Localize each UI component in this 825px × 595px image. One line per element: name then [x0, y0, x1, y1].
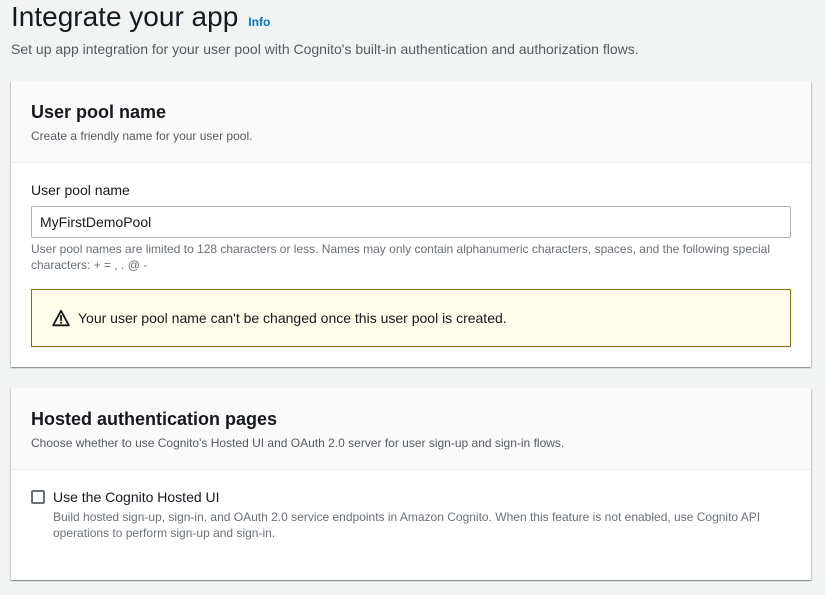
- warning-alert: Your user pool name can't be changed onc…: [31, 289, 791, 347]
- title-row: Integrate your app Info: [11, 0, 639, 34]
- user-pool-name-input[interactable]: [31, 206, 791, 238]
- warning-alert-text: Your user pool name can't be changed onc…: [78, 310, 507, 326]
- hosted-auth-panel-title: Hosted authentication pages: [31, 409, 278, 429]
- warning-icon: [52, 309, 70, 327]
- hosted-ui-option[interactable]: Use the Cognito Hosted UI Build hosted s…: [31, 488, 791, 541]
- user-pool-name-panel-description: Create a friendly name for your user poo…: [31, 129, 253, 143]
- hosted-auth-panel: Hosted authentication pages Choose wheth…: [11, 388, 811, 580]
- user-pool-name-constraint: User pool names are limited to 128 chara…: [31, 242, 771, 272]
- hosted-auth-panel-body: Use the Cognito Hosted UI Build hosted s…: [11, 470, 811, 561]
- info-link[interactable]: Info: [248, 15, 270, 29]
- hosted-ui-checkbox-description: Build hosted sign-up, sign-in, and OAuth…: [53, 510, 761, 540]
- hosted-auth-panel-description: Choose whether to use Cognito's Hosted U…: [31, 436, 565, 450]
- hosted-ui-option-text: Use the Cognito Hosted UI Build hosted s…: [53, 488, 793, 541]
- user-pool-name-panel-title: User pool name: [31, 102, 167, 122]
- page-description: Set up app integration for your user poo…: [11, 41, 639, 57]
- hosted-ui-checkbox-label[interactable]: Use the Cognito Hosted UI: [53, 488, 793, 506]
- user-pool-name-label: User pool name: [31, 182, 130, 198]
- hosted-ui-checkbox[interactable]: [31, 490, 45, 504]
- user-pool-name-panel-header: User pool name Create a friendly name fo…: [11, 81, 811, 163]
- user-pool-name-panel-body: User pool name User pool names are limit…: [11, 163, 811, 367]
- user-pool-name-panel: User pool name Create a friendly name fo…: [11, 81, 811, 367]
- page-title: Integrate your app: [11, 1, 239, 32]
- page-header: Integrate your app Info Set up app integ…: [11, 0, 639, 58]
- hosted-auth-panel-header: Hosted authentication pages Choose wheth…: [11, 388, 811, 470]
